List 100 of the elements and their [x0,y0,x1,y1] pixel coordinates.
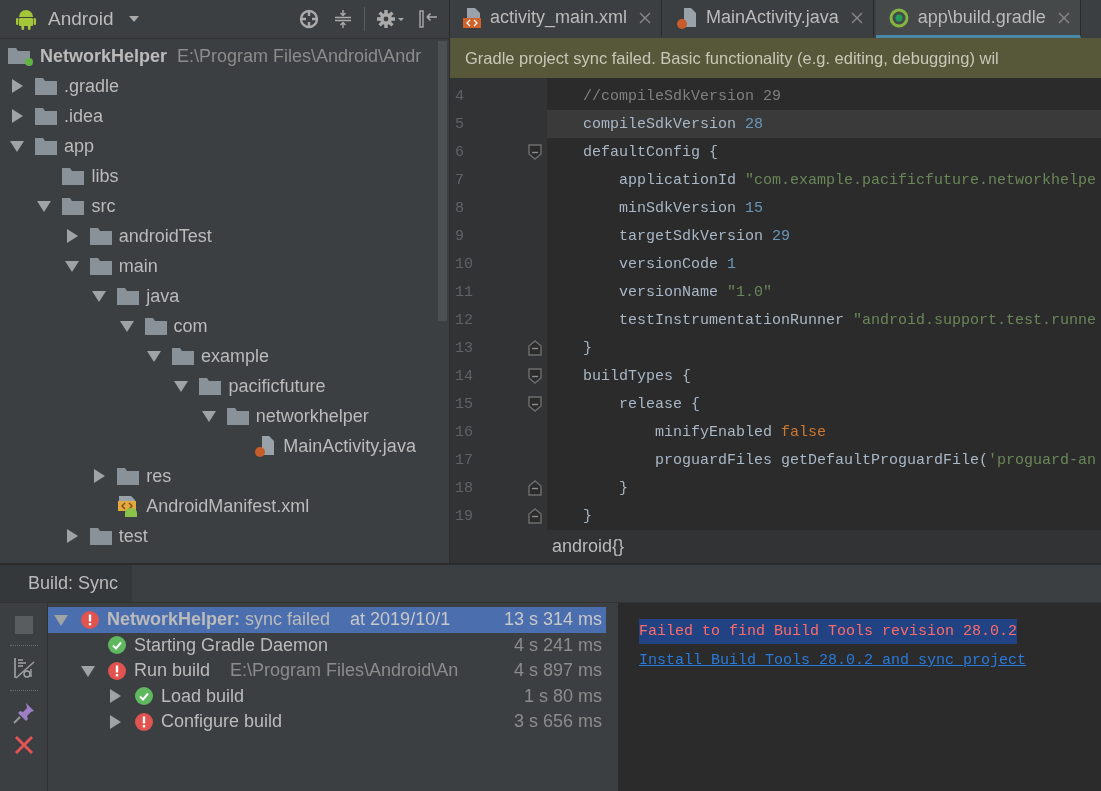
folder-icon [89,527,112,545]
fold-marker-icon[interactable] [528,508,542,524]
expander-arrow-icon[interactable] [119,319,134,333]
tree-item[interactable]: app [64,135,95,157]
expander-arrow-icon[interactable] [64,259,79,273]
folder-icon [89,227,112,245]
build-step-title: Starting Gradle Daemon [134,634,329,656]
expander-arrow-icon[interactable] [201,409,216,423]
expander-arrow-icon[interactable] [147,349,161,363]
folder-icon [144,317,167,335]
gear-icon[interactable] [376,9,404,29]
code-line: minifyEnabled false [654,422,828,443]
folder-icon [89,257,112,275]
code-line: } [582,506,593,527]
build-step-detail: at 2019/10/1 [350,609,451,631]
code-line: defaultConfig { [582,142,720,163]
tree-item[interactable]: .gradle [64,75,120,97]
caret-icon[interactable] [127,15,140,23]
close-icon[interactable] [850,11,863,24]
tree-item[interactable]: src [91,195,116,217]
fold-marker-icon[interactable] [528,480,542,496]
build-tree-row[interactable]: Configure build 3 s 656 ms [48,709,606,735]
build-tree-row[interactable]: Load build 1 s 80 ms [48,683,606,709]
expander-arrow-icon[interactable] [10,79,24,93]
close-icon[interactable] [639,11,652,24]
expander-arrow-icon[interactable] [174,379,189,393]
collapse-all-icon[interactable] [333,9,353,29]
code-line: versionCode 1 [618,254,738,275]
module-folder-icon [8,46,34,66]
folder-icon [199,377,222,395]
fold-marker-icon[interactable] [528,368,542,384]
folder-icon [226,407,249,425]
breadcrumb[interactable]: android{} [552,536,625,557]
project-name[interactable]: NetworkHelper [40,45,168,67]
expander-arrow-icon[interactable] [10,109,24,123]
tree-item[interactable]: main [118,255,158,277]
folder-icon [62,167,85,185]
expander-arrow-icon[interactable] [10,139,24,153]
build-sync-tab[interactable]: Build: Sync [0,565,133,602]
build-step-duration: 4 s 897 ms [513,660,603,682]
fold-marker-icon[interactable] [528,340,542,356]
tree-item[interactable]: com [173,315,208,337]
folder-icon [35,137,57,155]
check-icon [135,687,153,706]
folder-icon [35,77,57,95]
code-line: targetSdkVersion 29 [618,226,792,247]
editor-tab[interactable]: app\build.gradle [875,0,1081,38]
tree-item[interactable]: pacificfuture [228,375,326,397]
expander-arrow-icon[interactable] [37,199,52,213]
expander-arrow-icon[interactable] [108,714,122,729]
close-icon[interactable] [13,735,34,755]
code-line: applicationId "com.example.pacificfuture.networkhelpe [618,170,1098,191]
folder-icon [117,467,140,485]
expander-arrow-icon[interactable] [92,469,107,483]
folder-icon [172,347,194,365]
fold-marker-icon[interactable] [528,396,542,412]
code-line: } [582,338,593,359]
pin-icon[interactable] [11,701,36,725]
build-tree-row[interactable]: Run build E:\Program Files\Android\An 4 s 897 ms [48,658,606,684]
install-link[interactable]: Install Build Tools 28.0.2 and sync project [639,652,1027,669]
build-tree-row[interactable]: NetworkHelper: sync failed at 2019/10/1 13 s 314 ms [48,607,606,633]
expander-arrow-icon[interactable] [92,289,107,303]
project-path: E:\Program Files\Android\Andr [177,45,422,67]
java-file-icon [676,6,699,29]
tree-item[interactable]: java [146,285,180,307]
tree-item[interactable]: example [201,345,270,367]
build-step-title: Run build [134,660,211,682]
build-step-title: NetworkHelper: sync failed [107,609,331,631]
code-line: //compileSdkVersion 29 [582,86,783,107]
locate-icon[interactable] [299,9,319,29]
tree-item[interactable]: libs [91,165,119,187]
folder-icon [62,197,85,215]
tree-item[interactable]: androidTest [118,225,212,247]
tree-item[interactable]: networkhelper [255,405,369,427]
hide-panel-icon[interactable] [418,9,438,29]
android-icon [16,8,36,30]
expander-arrow-icon[interactable] [81,663,95,678]
tree-item[interactable]: .idea [64,105,104,127]
check-icon [108,636,126,655]
build-tree-row[interactable]: Starting Gradle Daemon 4 s 241 ms [48,632,606,658]
manifest-file-icon [117,495,140,517]
code-line: minSdkVersion 15 [618,198,765,219]
console-error-message: Failed to find Build Tools revision 28.0.2 [639,619,1018,644]
list-icon[interactable] [11,656,36,680]
expander-arrow-icon[interactable] [64,229,79,243]
gradle-icon [887,6,910,29]
build-step-duration: 3 s 656 ms [513,711,603,733]
error-icon [81,610,99,629]
tree-item[interactable]: res [146,465,172,487]
fold-marker-icon[interactable] [528,144,542,160]
tree-item[interactable]: test [118,525,148,547]
tree-item[interactable]: AndroidManifest.xml [146,495,310,517]
code-line: } [618,478,629,499]
view-dropdown[interactable]: Android [44,8,144,30]
tree-item[interactable]: MainActivity.java [283,435,416,457]
expander-arrow-icon[interactable] [64,529,79,543]
expander-arrow-icon[interactable] [108,689,122,704]
error-icon [108,661,126,680]
code-line: proguardFiles getDefaultProguardFile('proguard-an [654,450,1098,471]
close-icon[interactable] [1057,11,1070,24]
